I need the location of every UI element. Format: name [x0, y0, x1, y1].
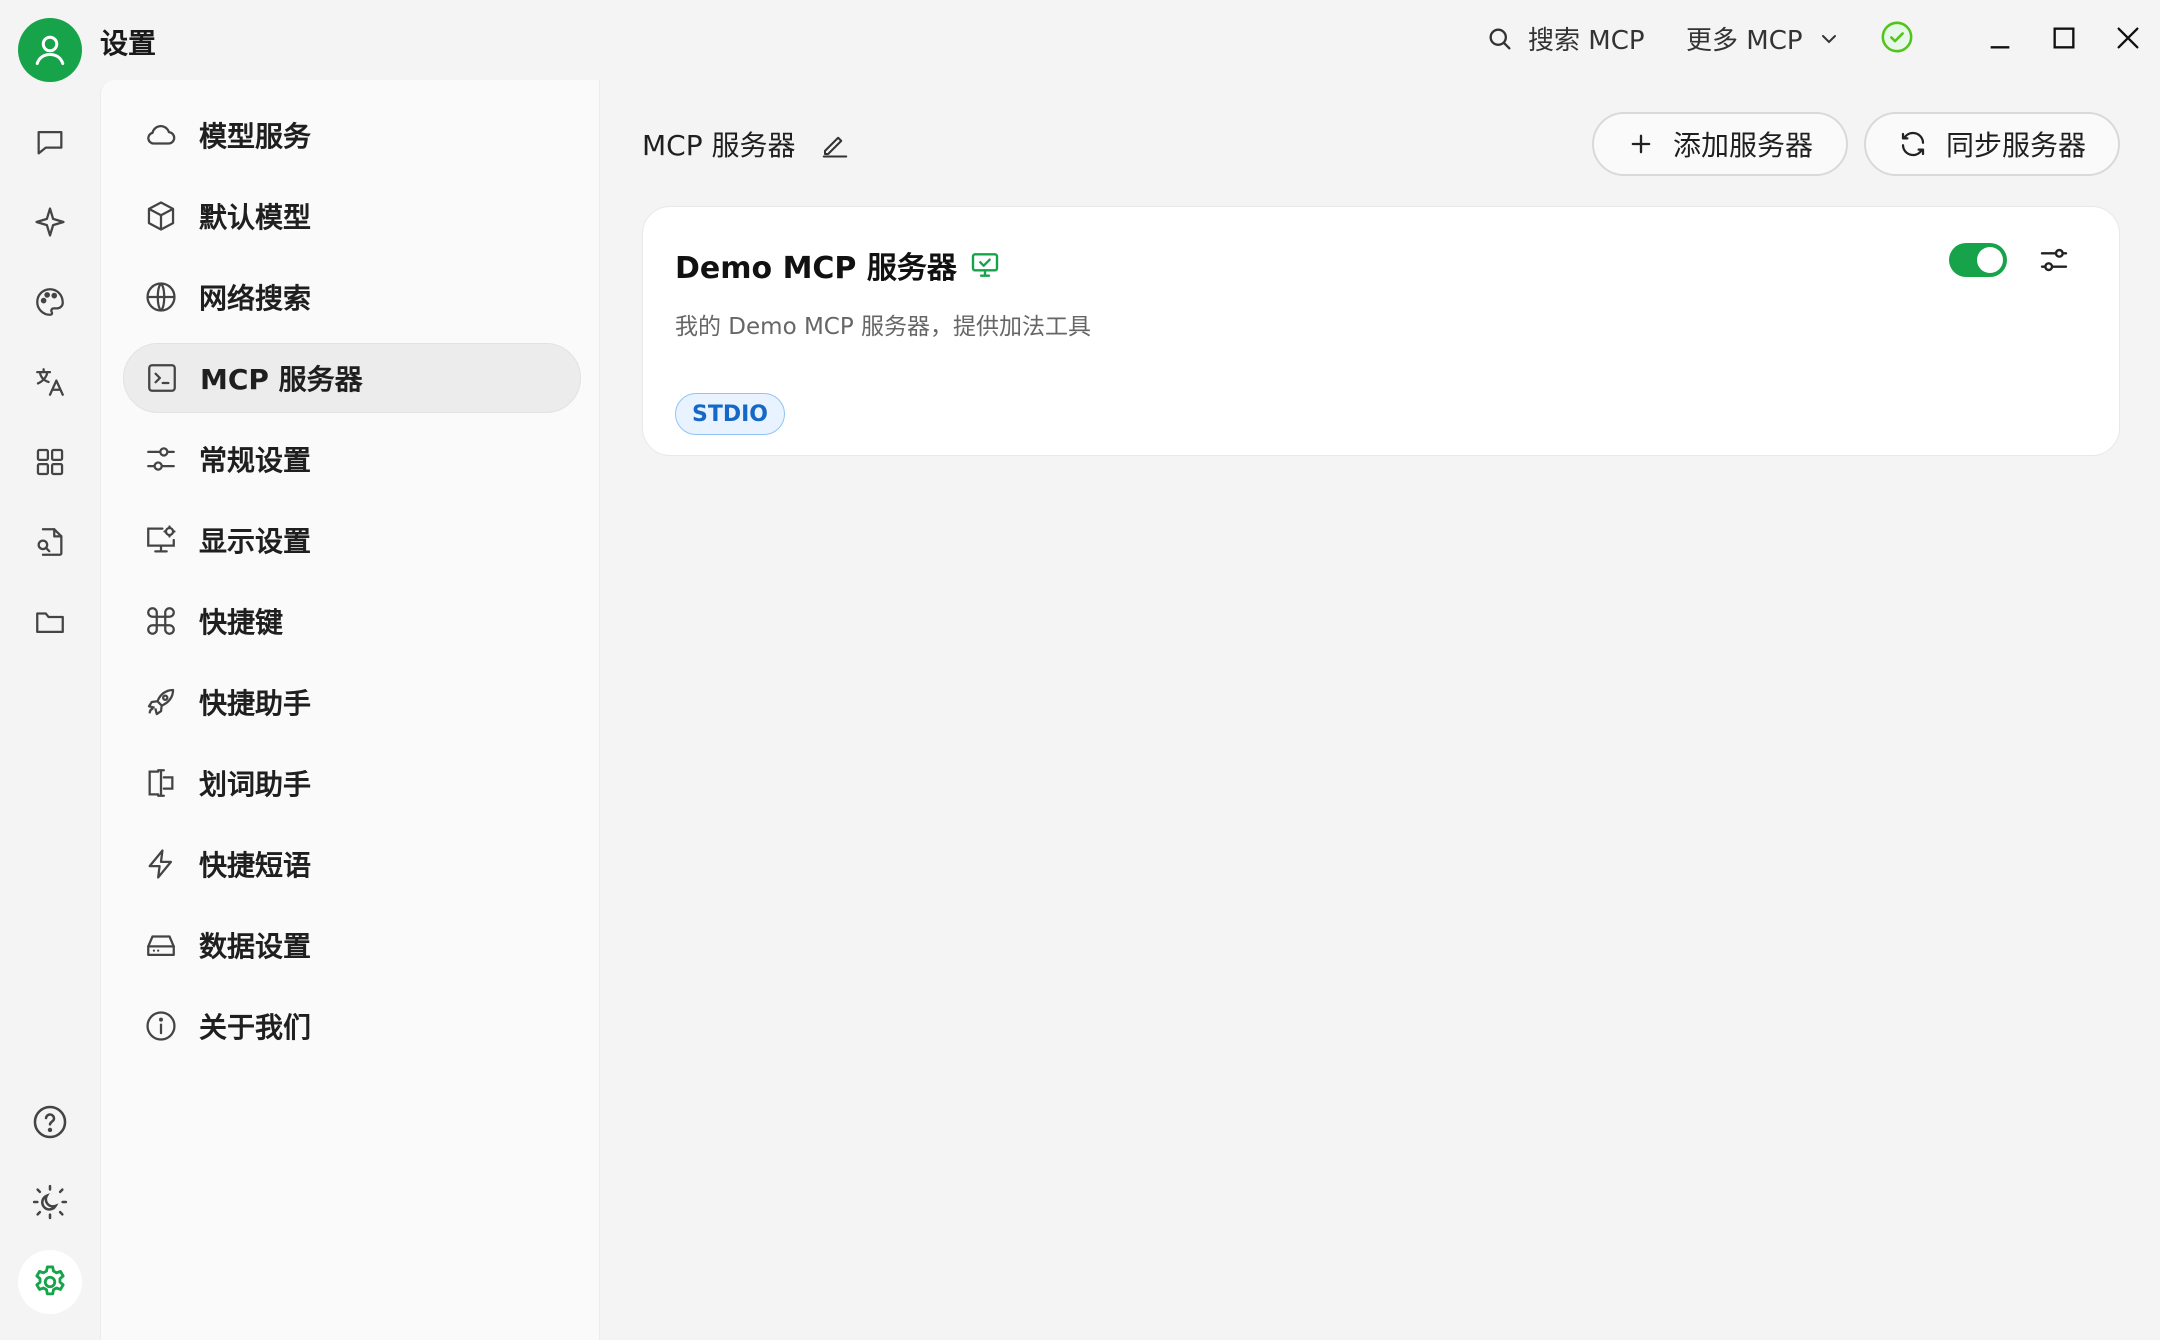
window-minimize-button[interactable] [1982, 20, 2018, 56]
more-mcp-dropdown[interactable]: 更多 MCP [1686, 20, 1841, 57]
maximize-icon [2053, 27, 2075, 49]
plus-icon [1631, 134, 1651, 154]
rail-knowledge[interactable] [18, 510, 82, 574]
title-bar: 设置 搜索 MCP 更多 MCP [0, 0, 2160, 82]
nav-item-about[interactable]: 关于我们 [123, 991, 581, 1061]
nav-item-web-search[interactable]: 网络搜索 [123, 262, 581, 332]
rail-theme-toggle[interactable] [18, 1170, 82, 1234]
nav-item-display-settings[interactable]: 显示设置 [123, 505, 581, 575]
sync-icon [1901, 131, 1925, 157]
add-server-button[interactable]: 添加服务器 [1592, 112, 1848, 176]
rail-agents[interactable] [18, 190, 82, 254]
sync-servers-button[interactable]: 同步服务器 [1864, 112, 2120, 176]
palette-icon [36, 288, 64, 316]
nav-item-quick-phrases[interactable]: 快捷短语 [123, 829, 581, 899]
close-icon [2117, 27, 2139, 49]
server-card[interactable]: Demo MCP 服务器 我的 Demo MCP 服务器，提供加法工具 STDI… [642, 206, 2120, 456]
more-mcp-label: 更多 MCP [1686, 26, 1803, 56]
terminal-icon [144, 360, 180, 396]
chevron-down-icon [1821, 34, 1836, 43]
search-mcp-label: 搜索 MCP [1528, 26, 1645, 56]
nav-item-label: MCP 服务器 [200, 363, 363, 396]
nav-item-label: 网络搜索 [199, 282, 312, 315]
monitor-settings-icon [143, 522, 179, 558]
text-cursor-icon [143, 765, 179, 801]
window-maximize-button[interactable] [2046, 20, 2082, 56]
translate-icon [36, 368, 64, 396]
toggle-knob [1977, 247, 2003, 273]
icon-rail [0, 80, 100, 1340]
search-icon [1489, 28, 1511, 49]
server-settings-button[interactable] [2035, 241, 2073, 279]
nav-item-label: 划词助手 [199, 768, 312, 801]
rail-translate[interactable] [18, 350, 82, 414]
edit-title-button[interactable] [820, 129, 850, 159]
rail-chat[interactable] [18, 110, 82, 174]
command-icon [143, 603, 179, 639]
minimize-icon [1990, 46, 2010, 49]
search-mcp-button[interactable]: 搜索 MCP [1486, 20, 1645, 57]
nav-item-label: 模型服务 [199, 120, 312, 153]
globe-icon [143, 279, 179, 315]
nav-item-label: 快捷短语 [199, 849, 312, 882]
server-description: 我的 Demo MCP 服务器，提供加法工具 [675, 314, 1092, 340]
folder-icon [36, 612, 64, 634]
nav-item-label: 默认模型 [199, 201, 312, 234]
settings-nav: 模型服务 默认模型 网络搜索 MCP 服务器 常规设置 显示设置 快捷键 快捷助… [100, 80, 600, 1340]
file-search-icon [37, 528, 63, 556]
nav-item-label: 关于我们 [199, 1011, 312, 1044]
rail-files[interactable] [18, 590, 82, 654]
rail-themes[interactable] [18, 270, 82, 334]
nav-item-quick-assistant[interactable]: 快捷助手 [123, 667, 581, 737]
server-name-text: Demo MCP 服务器 [675, 251, 957, 286]
info-icon [143, 1008, 179, 1044]
nav-item-label: 快捷助手 [199, 687, 312, 720]
nav-item-label: 显示设置 [199, 525, 312, 558]
window-close-button[interactable] [2110, 20, 2146, 56]
help-icon [33, 1105, 67, 1139]
add-server-label: 添加服务器 [1672, 129, 1813, 162]
monitor-check-icon [971, 253, 999, 277]
hard-drive-icon [143, 927, 179, 963]
server-type-badge: STDIO [675, 393, 786, 435]
theme-toggle-icon [32, 1184, 68, 1220]
nav-item-data-settings[interactable]: 数据设置 [123, 910, 581, 980]
cloud-icon [143, 117, 179, 153]
mcp-servers-panel: MCP 服务器 添加服务器 同步服务器 Demo MCP 服务器 我的 Demo… [600, 80, 2160, 1340]
rail-apps[interactable] [18, 430, 82, 494]
nav-item-general-settings[interactable]: 常规设置 [123, 424, 581, 494]
server-enabled-toggle[interactable] [1949, 243, 2007, 277]
page-title-text: MCP 服务器 [642, 129, 796, 162]
app-title: 设置 [100, 27, 157, 60]
rocket-icon [143, 684, 179, 720]
sliders-icon [143, 441, 179, 477]
nav-item-default-model[interactable]: 默认模型 [123, 181, 581, 251]
cube-icon [143, 198, 179, 234]
check-circle-icon [1881, 21, 1913, 53]
nav-item-selection-assistant[interactable]: 划词助手 [123, 748, 581, 818]
nav-item-label: 数据设置 [199, 930, 312, 963]
sync-servers-label: 同步服务器 [1945, 129, 2086, 162]
lightning-icon [143, 846, 179, 882]
sliders-icon [2040, 248, 2068, 272]
status-indicator[interactable] [1880, 20, 1914, 54]
user-avatar[interactable] [18, 18, 82, 82]
nav-item-mcp-servers[interactable]: MCP 服务器 [123, 343, 581, 413]
page-title: MCP 服务器 [642, 124, 850, 164]
nav-item-label: 常规设置 [199, 444, 312, 477]
chat-icon [37, 130, 63, 155]
rail-settings[interactable] [18, 1250, 82, 1314]
settings-icon [35, 1265, 65, 1296]
nav-item-model-service[interactable]: 模型服务 [123, 100, 581, 170]
server-name: Demo MCP 服务器 [675, 243, 1001, 287]
apps-grid-icon [36, 448, 64, 476]
user-avatar-icon [35, 35, 65, 65]
nav-item-shortcuts[interactable]: 快捷键 [123, 586, 581, 656]
pencil-icon [822, 136, 847, 158]
nav-item-label: 快捷键 [199, 606, 284, 639]
sparkle-icon [35, 207, 65, 237]
rail-help[interactable] [18, 1090, 82, 1154]
